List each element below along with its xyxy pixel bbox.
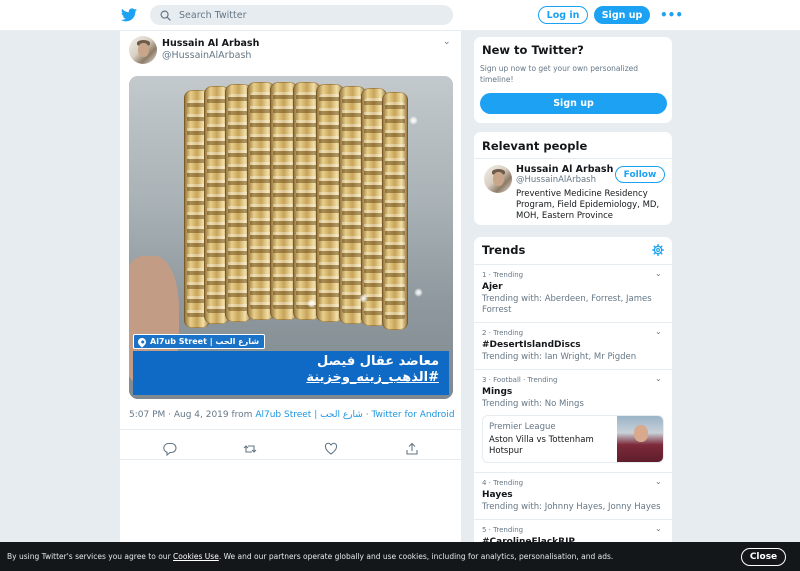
like-icon[interactable] — [324, 442, 338, 456]
chevron-down-icon[interactable]: ⌄ — [655, 374, 662, 383]
tweet-column: Hussain Al Arbash @HussainAlArbash ⌄ Al7… — [119, 31, 463, 571]
person-handle[interactable]: @HussainAlArbash — [516, 175, 596, 185]
more-menu-icon[interactable]: ••• — [660, 8, 683, 22]
reply-icon[interactable] — [163, 442, 177, 456]
trend-meta: 1 · Trending — [482, 271, 524, 279]
source-link[interactable]: Twitter for Android — [371, 410, 454, 420]
timestamp-text: 5:07 PM · Aug 4, 2019 from — [129, 410, 253, 420]
card-title: Relevant people — [482, 139, 588, 153]
news-card[interactable]: Premier League Aston Villa vs Tottenham … — [482, 415, 664, 463]
new-to-twitter-card: New to Twitter? Sign up now to get your … — [473, 36, 673, 124]
trend-name[interactable]: Hayes — [482, 490, 513, 500]
trend-meta: 3 · Football · Trending — [482, 376, 558, 384]
news-thumbnail — [617, 416, 663, 462]
share-icon[interactable] — [405, 442, 419, 456]
trend-item[interactable]: 2 · Trending ⌄ #DesertIslandDiscs Trendi… — [474, 322, 672, 369]
follow-button[interactable]: Follow — [615, 166, 665, 183]
cookie-banner: By using Twitter's services you agree to… — [0, 542, 800, 571]
sidebar-signup-button[interactable]: Sign up — [480, 93, 667, 114]
search-icon — [160, 10, 171, 21]
cookie-text-end: . We and our partners operate globally a… — [218, 552, 614, 561]
divider — [120, 429, 463, 430]
trend-meta: 4 · Trending — [482, 479, 524, 487]
chevron-down-icon[interactable]: ⌄ — [443, 37, 451, 47]
news-source: Premier League — [489, 422, 556, 432]
trend-meta: 5 · Trending — [482, 526, 524, 534]
tweet-actions — [120, 436, 463, 461]
trend-context: Trending with: Ian Wright, Mr Pigden — [482, 352, 637, 362]
card-title: Trends — [482, 243, 526, 257]
top-navigation-bar: Log in Sign up ••• — [0, 0, 800, 31]
signup-button[interactable]: Sign up — [594, 6, 650, 24]
trend-meta: 2 · Trending — [482, 329, 524, 337]
caption-line-1: معاضد عقال فيصل — [316, 354, 439, 369]
trend-item[interactable]: 3 · Football · Trending ⌄ Mings Trending… — [474, 369, 672, 472]
divider — [474, 158, 672, 159]
place-link[interactable]: Al7ub Street | شارع الحب — [255, 410, 363, 420]
person-name[interactable]: Hussain Al Arbash — [516, 164, 613, 175]
trend-context: Trending with: No Mings — [482, 399, 584, 409]
login-button[interactable]: Log in — [538, 6, 588, 24]
meta-separator: · — [365, 410, 369, 420]
trend-name[interactable]: Mings — [482, 387, 512, 397]
card-description: Sign up now to get your own personalized… — [480, 64, 639, 84]
trend-item[interactable]: 1 · Trending ⌄ Ajer Trending with: Aberd… — [474, 264, 672, 322]
news-headline: Aston Villa vs Tottenham Hotspur — [489, 435, 594, 456]
avatar[interactable] — [129, 36, 157, 64]
location-tag-label: Al7ub Street | شارع الحب — [150, 337, 260, 346]
gear-icon[interactable] — [652, 244, 664, 256]
trend-name[interactable]: Ajer — [482, 282, 503, 292]
chevron-down-icon[interactable]: ⌄ — [655, 327, 662, 336]
divider — [120, 459, 463, 460]
retweet-icon[interactable] — [243, 442, 257, 456]
trends-card: Trends 1 · Trending ⌄ Ajer Trending with… — [473, 236, 673, 571]
avatar[interactable] — [484, 165, 512, 193]
author-name[interactable]: Hussain Al Arbash — [162, 38, 259, 49]
trend-item[interactable]: 4 · Trending ⌄ Hayes Trending with: John… — [474, 472, 672, 519]
cookie-text: By using Twitter's services you agree to… — [7, 552, 613, 561]
author-handle[interactable]: @HussainAlArbash — [162, 50, 251, 61]
trend-context: Trending with: Johnny Hayes, Jonny Hayes — [482, 502, 661, 512]
trend-name[interactable]: #DesertIslandDiscs — [482, 340, 581, 350]
chevron-down-icon[interactable]: ⌄ — [655, 269, 662, 278]
person-bio: Preventive Medicine Residency Program, F… — [516, 189, 660, 221]
cookies-use-link[interactable]: Cookies Use — [173, 552, 219, 561]
search-box[interactable] — [150, 5, 453, 25]
twitter-bird-icon[interactable] — [121, 8, 137, 22]
caption-hashtag: #الذهب_زينه_وخزينة — [306, 370, 439, 385]
photo-caption: معاضد عقال فيصل #الذهب_زينه_وخزينة — [133, 351, 449, 395]
location-tag[interactable]: Al7ub Street | شارع الحب — [133, 334, 266, 349]
search-input[interactable] — [179, 9, 429, 21]
card-title: New to Twitter? — [482, 43, 584, 57]
relevant-people-card: Relevant people Hussain Al Arbash @Hussa… — [473, 131, 673, 226]
tweet-photo[interactable]: Al7ub Street | شارع الحب معاضد عقال فيصل… — [129, 76, 453, 399]
cookie-text-start: By using Twitter's services you agree to… — [7, 552, 171, 561]
location-pin-icon — [136, 335, 148, 348]
tweet-timestamp: 5:07 PM · Aug 4, 2019 from Al7ub Street … — [129, 410, 455, 420]
trend-context: Trending with: Aberdeen, Forrest, James … — [482, 294, 652, 315]
chevron-down-icon[interactable]: ⌄ — [655, 524, 662, 533]
chevron-down-icon[interactable]: ⌄ — [655, 477, 662, 486]
close-button[interactable]: Close — [741, 548, 786, 566]
